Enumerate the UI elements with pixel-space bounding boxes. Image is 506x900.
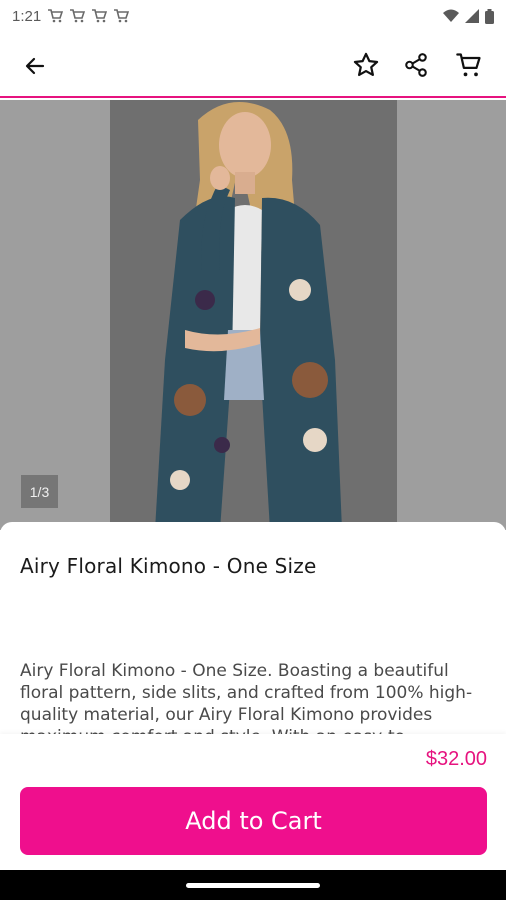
- product-image-gallery[interactable]: 1/3: [0, 100, 506, 530]
- share-icon: [405, 53, 427, 77]
- signal-icon: [465, 9, 479, 23]
- add-to-cart-button[interactable]: Add to Cart: [20, 787, 487, 855]
- status-left: 1:21: [12, 7, 130, 25]
- cart-notification-icon: [92, 9, 108, 23]
- star-outline-icon: [353, 52, 379, 77]
- home-gesture-handle[interactable]: [186, 883, 320, 888]
- wifi-icon: [443, 9, 459, 22]
- purchase-panel: $32.00 Add to Cart: [0, 734, 506, 870]
- image-page-indicator: 1/3: [21, 475, 58, 508]
- cart-notification-icon: [114, 9, 130, 23]
- system-navigation-bar: [0, 870, 506, 900]
- battery-icon: [485, 8, 494, 24]
- product-info-sheet: Airy Floral Kimono - One Size Airy Flora…: [0, 522, 506, 734]
- top-app-bar: [0, 32, 506, 98]
- product-photo: [155, 102, 342, 530]
- cart-notification-icon: [70, 9, 86, 23]
- cart-icon: [456, 53, 481, 77]
- product-title: Airy Floral Kimono - One Size: [20, 554, 317, 578]
- favorite-button[interactable]: [351, 50, 381, 80]
- status-right: [443, 8, 494, 24]
- arrow-left-icon: [25, 57, 45, 75]
- cart-button[interactable]: [453, 50, 485, 80]
- product-description: Airy Floral Kimono - One Size. Boasting …: [20, 661, 473, 734]
- cart-notification-icon: [48, 9, 64, 23]
- product-price: $32.00: [425, 748, 487, 770]
- status-bar: 1:21: [0, 0, 506, 32]
- status-time: 1:21: [12, 7, 42, 25]
- share-button[interactable]: [401, 50, 431, 80]
- back-button[interactable]: [20, 51, 50, 81]
